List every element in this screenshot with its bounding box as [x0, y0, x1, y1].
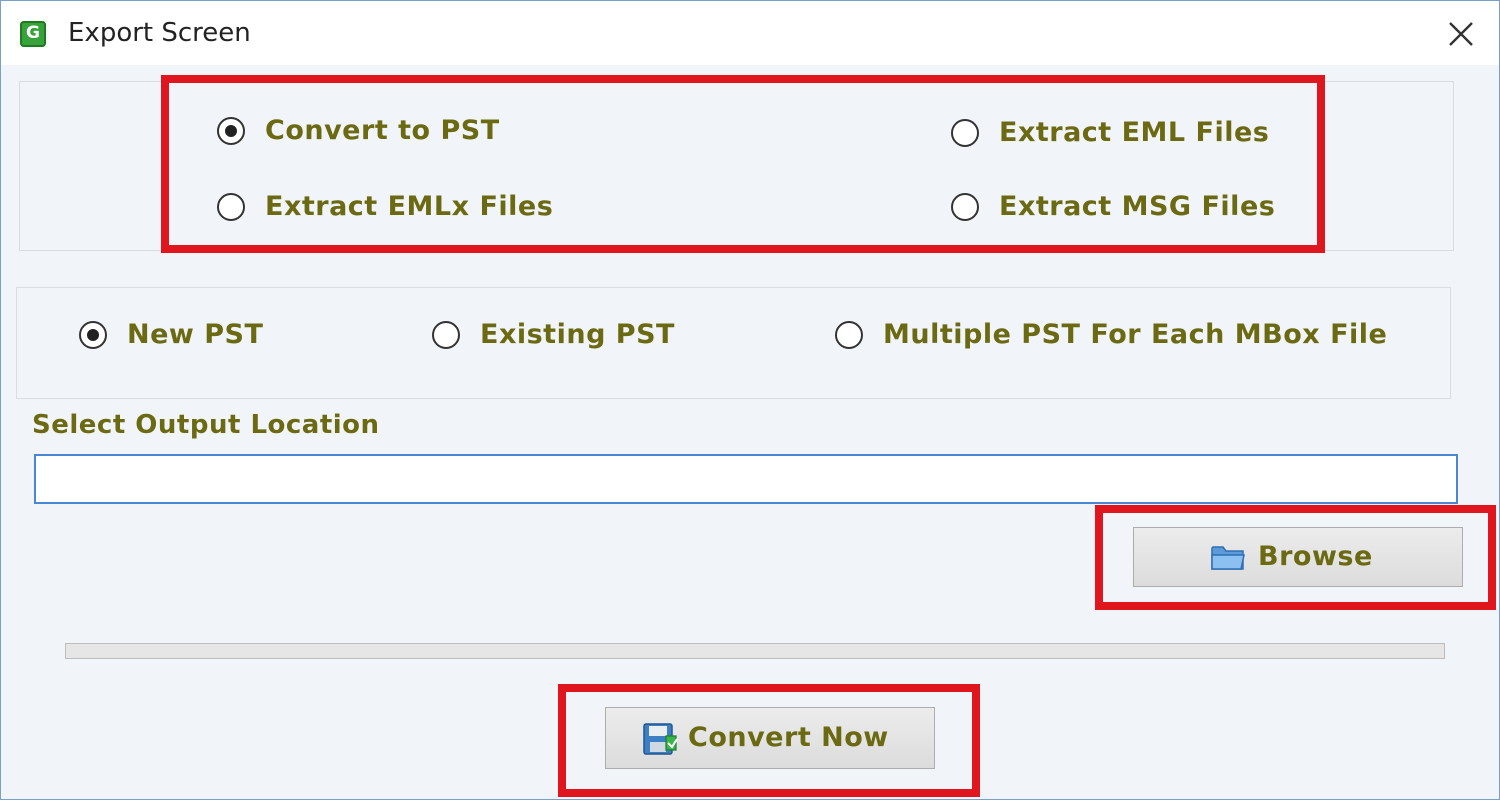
radio-button[interactable]: [432, 321, 460, 349]
output-location-input[interactable]: [34, 454, 1458, 504]
radio-multiple-pst[interactable]: Multiple PST For Each MBox File: [835, 319, 1415, 353]
radio-button[interactable]: [951, 193, 979, 221]
radio-label: Extract EMLx Files: [265, 191, 554, 222]
output-location-label: Select Output Location: [32, 410, 380, 440]
radio-existing-pst[interactable]: Existing PST: [432, 319, 692, 353]
radio-button[interactable]: [835, 321, 863, 349]
radio-button[interactable]: [217, 193, 245, 221]
radio-extract-msg[interactable]: Extract MSG Files: [951, 191, 1291, 225]
title-bar: G Export Screen: [1, 1, 1499, 65]
close-button[interactable]: [1441, 15, 1481, 55]
radio-button[interactable]: [951, 119, 979, 147]
radio-label: Convert to PST: [265, 115, 500, 146]
radio-button[interactable]: [217, 117, 245, 145]
convert-now-button[interactable]: Convert Now: [605, 707, 935, 769]
export-screen-window: G Export Screen Convert to PST Extract E…: [0, 0, 1500, 800]
radio-button[interactable]: [79, 321, 107, 349]
browse-button-label: Browse: [1258, 541, 1373, 572]
browse-button[interactable]: Browse: [1133, 527, 1463, 587]
radio-label: New PST: [127, 319, 264, 350]
radio-selected-dot: [225, 125, 237, 137]
radio-selected-dot: [87, 329, 99, 341]
radio-extract-emlx[interactable]: Extract EMLx Files: [217, 191, 577, 225]
close-icon: [1449, 22, 1473, 46]
export-format-group: [19, 81, 1454, 251]
radio-extract-eml[interactable]: Extract EML Files: [951, 117, 1291, 151]
window-title: Export Screen: [68, 18, 251, 48]
radio-convert-to-pst[interactable]: Convert to PST: [217, 115, 537, 149]
folder-icon: [1211, 546, 1245, 570]
radio-label: Extract EML Files: [999, 117, 1270, 148]
app-icon-letter: G: [26, 23, 40, 43]
radio-label: Multiple PST For Each MBox File: [883, 319, 1388, 350]
app-icon: G: [20, 21, 46, 47]
radio-label: Existing PST: [480, 319, 675, 350]
convert-now-button-label: Convert Now: [688, 722, 889, 753]
radio-label: Extract MSG Files: [999, 191, 1276, 222]
save-icon: [643, 723, 678, 755]
conversion-progress-bar: [65, 643, 1445, 659]
radio-new-pst[interactable]: New PST: [79, 319, 279, 353]
